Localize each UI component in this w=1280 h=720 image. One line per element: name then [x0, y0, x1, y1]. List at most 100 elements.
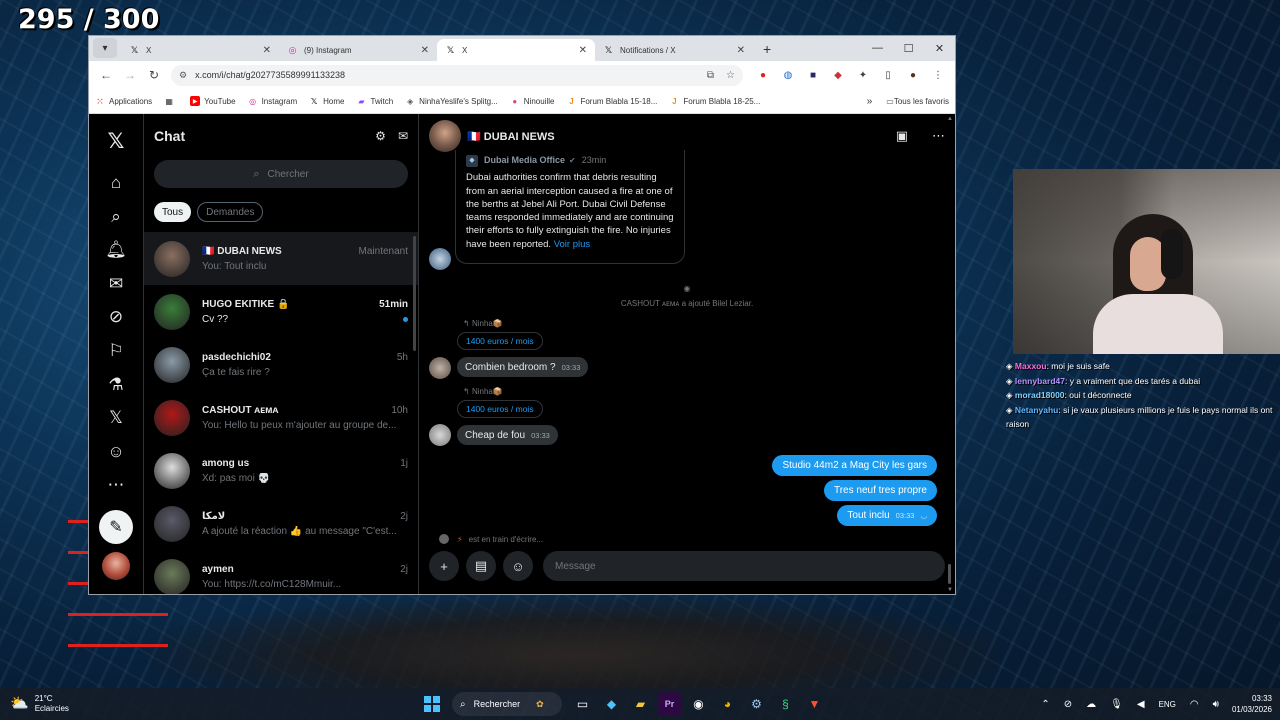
forward-icon[interactable]: →	[119, 64, 141, 86]
tab-instagram[interactable]: ◎ (9) Instagram ✕	[279, 39, 437, 61]
avatar[interactable]	[154, 505, 190, 542]
tab-x-active[interactable]: 𝕏 X ✕	[437, 39, 595, 61]
avatar[interactable]	[154, 240, 190, 277]
microphone-icon[interactable]: 🎙︎	[1110, 699, 1123, 710]
search-input[interactable]: ⌕ Chercher	[154, 160, 408, 188]
gif-icon[interactable]: ▤	[466, 551, 496, 581]
avatar[interactable]	[429, 120, 461, 152]
avatar[interactable]	[429, 357, 451, 379]
bookmark-home[interactable]: 𝕏 Home	[309, 96, 345, 106]
sent-message-bubble[interactable]: Tres neuf tres propre	[823, 480, 937, 501]
bookmark-star-icon[interactable]: ☆	[726, 70, 735, 81]
conversation-title[interactable]: 🇫🇷 DUBAI NEWS	[467, 130, 872, 143]
scrollbar[interactable]	[413, 236, 416, 351]
back-icon[interactable]: ←	[95, 64, 117, 86]
filter-all[interactable]: Tous	[154, 202, 192, 222]
bookmark-instagram[interactable]: ◎ Instagram	[248, 96, 297, 106]
sent-message-bubble[interactable]: Studio 44m2 a Mag City les gars	[772, 455, 937, 476]
chevron-right-icon[interactable]: »	[867, 96, 873, 107]
message-bubble[interactable]: Combien bedroom ? 03:33	[457, 357, 589, 377]
dark-extension-icon[interactable]: ■	[802, 64, 824, 86]
bookmark-twitch[interactable]: ▰ Twitch	[357, 96, 393, 106]
avatar[interactable]	[429, 248, 451, 270]
new-message-icon[interactable]: ✉	[398, 129, 408, 143]
scrollbar[interactable]: ▲ ▼	[945, 114, 953, 594]
address-bar[interactable]: ⚙ x.com/i/chat/g2027735589991133238 ⧉ ☆	[171, 64, 743, 86]
gear-icon[interactable]: ⚙	[375, 129, 386, 143]
close-icon[interactable]: ✕	[263, 45, 271, 56]
opera-extension-icon[interactable]: ●	[752, 64, 774, 86]
reply-preview[interactable]: 1400 euros / mois	[457, 332, 543, 350]
display-off-icon[interactable]: ⊘	[1064, 699, 1072, 710]
wifi-icon[interactable]: ◠	[1190, 699, 1199, 710]
taskbar-search[interactable]: ⌕ Rechercher ✿	[452, 692, 562, 716]
bookmark-icon[interactable]: ⚐	[101, 336, 131, 366]
language-indicator[interactable]: ENG	[1159, 700, 1176, 709]
speaker-tray-icon[interactable]: ◀	[1137, 699, 1145, 710]
menu-kebab-icon[interactable]: ⋮	[927, 64, 949, 86]
more-options-icon[interactable]: ⋯	[932, 128, 945, 144]
scroll-up-icon[interactable]: ▲	[947, 116, 953, 122]
see-more-link[interactable]: Voir plus	[554, 239, 590, 250]
message-bubble[interactable]: Cheap de fou 03:33	[457, 425, 558, 445]
emoji-icon[interactable]: ☺	[503, 551, 533, 581]
profile-avatar-icon[interactable]: ●	[902, 64, 924, 86]
bookmark-forum-18-25[interactable]: J Forum Blabla 18-25...	[669, 96, 760, 106]
extensions-puzzle-icon[interactable]: ✦	[852, 64, 874, 86]
avatar[interactable]	[154, 293, 190, 330]
video-call-icon[interactable]: ▣	[896, 128, 908, 144]
task-view-icon[interactable]: ▭	[571, 692, 595, 716]
audio-extension-icon[interactable]: ◍	[777, 64, 799, 86]
red-extension-icon[interactable]: ◆	[827, 64, 849, 86]
chevron-up-icon[interactable]: ⌃	[1041, 699, 1049, 710]
tab-x-1[interactable]: 𝕏 X ✕	[121, 39, 279, 61]
chrome-icon[interactable]: ◕	[716, 692, 740, 716]
mail-icon[interactable]: ✉	[101, 269, 131, 299]
bookmark-forum-15-18[interactable]: J Forum Blabla 15-18...	[566, 96, 657, 106]
all-bookmarks[interactable]: ▭ Tous les favoris	[886, 97, 949, 106]
site-info-icon[interactable]: ⚙	[179, 70, 187, 81]
sent-message-bubble[interactable]: Tout inclu 03:33 ◡	[837, 505, 937, 526]
avatar[interactable]	[102, 551, 130, 580]
scroll-thumb[interactable]	[948, 564, 951, 584]
file-explorer-icon[interactable]: ▰	[629, 692, 653, 716]
obs-icon[interactable]: ◉	[687, 692, 711, 716]
close-icon[interactable]: ✕	[579, 45, 587, 56]
message-input[interactable]: Message	[543, 551, 945, 581]
premiere-icon[interactable]: Pr	[657, 692, 682, 716]
minimize-icon[interactable]: —	[862, 36, 893, 60]
quoted-post[interactable]: ◆ Dubai Media Office ✔ 23min Dubai autho…	[455, 150, 685, 264]
reload-icon[interactable]: ↻	[143, 64, 165, 86]
avatar[interactable]	[154, 558, 190, 594]
avatar[interactable]	[154, 452, 190, 489]
home-icon[interactable]: ⌂	[101, 168, 131, 198]
conversation-item[interactable]: pasdechichi02 5h Ça te fais rire ?	[144, 338, 418, 391]
filter-requests[interactable]: Demandes	[197, 202, 264, 222]
volume-icon[interactable]: 🔊︎	[1213, 699, 1219, 710]
steam-icon[interactable]: ⚙	[745, 692, 769, 716]
scroll-down-icon[interactable]: ▼	[947, 587, 953, 593]
conversation-item[interactable]: among us 1j Xd: pas moi 💀	[144, 444, 418, 497]
close-icon[interactable]: ✕	[421, 45, 429, 56]
bookmark-splitgate[interactable]: ◈ NinhaYeslife's Splitg...	[405, 96, 498, 106]
windows-start-icon[interactable]	[424, 696, 440, 712]
install-app-icon[interactable]: ⧉	[707, 70, 714, 81]
close-icon[interactable]: ✕	[737, 45, 745, 56]
bookmark-applications[interactable]: ⁙ Applications	[95, 96, 153, 106]
tab-notifications[interactable]: 𝕏 Notifications / X ✕	[595, 39, 753, 61]
reply-preview[interactable]: 1400 euros / mois	[457, 400, 543, 418]
search-icon[interactable]: ⌕	[101, 202, 131, 232]
copilot-icon[interactable]: ◆	[600, 692, 624, 716]
compose-post-button[interactable]: ✎	[99, 509, 133, 544]
avatar[interactable]	[154, 346, 190, 383]
more-circle-icon[interactable]: ⋯	[101, 470, 131, 500]
cloud-icon[interactable]: ☁	[1086, 699, 1096, 710]
avatar[interactable]	[154, 399, 190, 436]
brave-icon[interactable]: ▼	[803, 692, 827, 716]
conversation-item[interactable]: لامكا 2j A ajouté la réaction 👍 au message…	[144, 497, 418, 550]
grok-icon[interactable]: ⊘	[101, 302, 131, 332]
plus-icon[interactable]: +	[429, 551, 459, 581]
x-premium-icon[interactable]: 𝕏	[101, 403, 131, 433]
profile-icon[interactable]: ☺	[101, 437, 131, 467]
close-window-icon[interactable]: ✕	[924, 36, 955, 60]
